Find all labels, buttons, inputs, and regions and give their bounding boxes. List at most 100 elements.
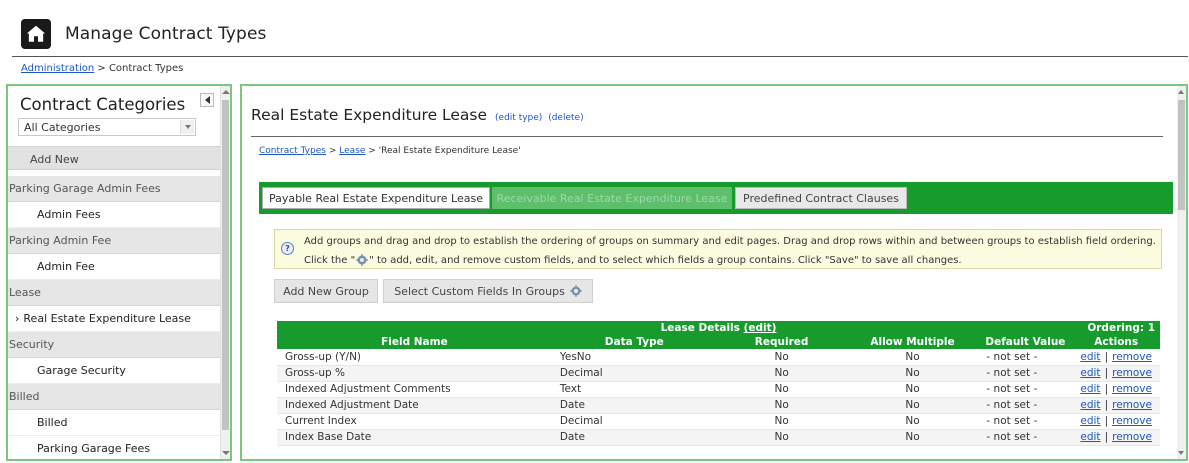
required-cell: No (716, 381, 847, 398)
column-header: Default Value (978, 335, 1073, 349)
category-item[interactable]: Parking Garage Fees (8, 436, 222, 459)
scroll-up-icon[interactable] (1178, 90, 1184, 94)
category-item-label: Admin Fees (37, 208, 101, 221)
edit-field-link[interactable]: edit (1080, 431, 1100, 443)
content-breadcrumb: Contract Types > Lease > 'Real Estate Ex… (259, 146, 521, 156)
data-type-cell: Date (551, 429, 717, 446)
remove-field-link[interactable]: remove (1112, 383, 1152, 395)
remove-field-link[interactable]: remove (1112, 367, 1152, 379)
field-name-cell: Indexed Adjustment Date (277, 397, 552, 414)
column-header: Allow Multiple (846, 335, 979, 349)
breadcrumb-link-contract-types[interactable]: Contract Types (259, 146, 326, 156)
actions-cell: edit | remove (1072, 381, 1160, 398)
select-custom-fields-button[interactable]: Select Custom Fields In Groups (383, 279, 593, 303)
field-name-cell: Index Base Date (277, 429, 552, 446)
category-filter-value: All Categories (24, 121, 101, 134)
category-item-label: Admin Fee (37, 260, 95, 273)
sidebar-scrollbar[interactable] (220, 86, 230, 459)
content-scrollbar[interactable] (1177, 86, 1186, 459)
allow-multiple-cell: No (846, 429, 979, 446)
action-separator: | (1104, 431, 1109, 443)
title-actions: (edit type) (delete) (495, 113, 587, 123)
remove-field-link[interactable]: remove (1112, 415, 1152, 427)
category-filter-select[interactable]: All Categories (18, 118, 196, 136)
edit-group-link[interactable]: (edit) (744, 322, 777, 334)
edit-type-link[interactable]: (edit type) (495, 113, 542, 123)
edit-field-link[interactable]: edit (1080, 351, 1100, 363)
instructions-line-2: Click the " " to add, edit, and remove c… (304, 254, 962, 266)
allow-multiple-cell: No (846, 349, 979, 366)
category-list: Parking Garage Admin Fees Admin Fees Par… (8, 176, 222, 459)
scroll-down-icon[interactable] (222, 451, 230, 455)
button-label: Add New Group (283, 284, 369, 298)
category-group-header[interactable]: Billed (8, 384, 222, 410)
title-divider (251, 136, 1163, 137)
breadcrumb-link-lease[interactable]: Lease (339, 146, 365, 156)
group-title: Lease Details (660, 322, 740, 334)
category-group-header[interactable]: Security (8, 332, 222, 358)
table-row[interactable]: Current Index Decimal No No - not set - edit |… (277, 413, 1160, 430)
categories-heading: Contract Categories (20, 95, 186, 114)
table-row[interactable]: Gross-up % Decimal No No - not set - edit | rem… (277, 365, 1160, 382)
lease-details-table: Lease Details (edit) Ordering: 1 Field N… (277, 321, 1160, 446)
button-label: Select Custom Fields In Groups (394, 284, 565, 298)
table-row[interactable]: Index Base Date Date No No - not set - edit | r… (277, 429, 1160, 446)
data-type-cell: Decimal (551, 413, 717, 430)
action-separator: | (1104, 399, 1109, 411)
scroll-down-icon[interactable] (1178, 451, 1184, 455)
chevron-down-icon (180, 120, 194, 134)
category-item[interactable]: Admin Fees (8, 202, 222, 228)
category-item-active[interactable]: › Real Estate Expenditure Lease (8, 306, 222, 332)
scrollbar-thumb[interactable] (222, 100, 229, 430)
remove-field-link[interactable]: remove (1112, 431, 1152, 443)
category-group-header[interactable]: Parking Garage Admin Fees (8, 176, 222, 202)
breadcrumb-current: 'Real Estate Expenditure Lease' (378, 146, 521, 156)
data-type-cell: Date (551, 397, 717, 414)
breadcrumb-link-administration[interactable]: Administration (21, 63, 94, 74)
category-group-label: Billed (9, 390, 40, 403)
category-group-header[interactable]: Parking Admin Fee (8, 228, 222, 254)
add-new-group-button[interactable]: Add New Group (274, 279, 378, 303)
action-separator: | (1104, 415, 1109, 427)
required-cell: No (716, 429, 847, 446)
table-row[interactable]: Gross-up (Y/N) YesNo No No - not set - edit | r… (277, 349, 1160, 366)
required-cell: No (716, 397, 847, 414)
contract-type-title: Real Estate Expenditure Lease (251, 106, 488, 124)
category-item-label: Parking Garage Fees (37, 442, 151, 455)
default-value-cell: - not set - (978, 381, 1073, 398)
add-new-category-button[interactable]: Add New (8, 146, 222, 170)
remove-field-link[interactable]: remove (1112, 351, 1152, 363)
scrollbar-thumb[interactable] (1178, 100, 1185, 210)
edit-field-link[interactable]: edit (1080, 415, 1100, 427)
category-item-label: Garage Security (37, 364, 126, 377)
scroll-up-icon[interactable] (222, 90, 230, 94)
delete-link[interactable]: (delete) (548, 113, 583, 123)
field-name-cell: Gross-up (Y/N) (277, 349, 552, 366)
default-value-cell: - not set - (978, 429, 1073, 446)
allow-multiple-cell: No (846, 381, 979, 398)
table-row[interactable]: Indexed Adjustment Date Date No No - not set… (277, 397, 1160, 414)
table-row[interactable]: Indexed Adjustment Comments Text No No - not… (277, 381, 1160, 398)
category-item-label: Real Estate Expenditure Lease (23, 312, 191, 325)
edit-field-link[interactable]: edit (1080, 367, 1100, 379)
category-item[interactable]: Admin Fee (8, 254, 222, 280)
category-group-header[interactable]: Lease (8, 280, 222, 306)
category-item[interactable]: Garage Security (8, 358, 222, 384)
edit-field-link[interactable]: edit (1080, 383, 1100, 395)
tab-payable-lease[interactable]: Payable Real Estate Expenditure Lease (262, 187, 490, 209)
collapse-panel-button[interactable] (200, 93, 214, 107)
instructions-box: ? Add groups and drag and drop to establ… (274, 229, 1162, 269)
instructions-text: " to add, edit, and remove custom fields… (369, 254, 962, 266)
tab-predefined-clauses[interactable]: Predefined Contract Clauses (735, 187, 907, 209)
column-header: Field Name (277, 335, 552, 349)
category-item[interactable]: Billed (8, 410, 222, 436)
home-icon[interactable] (21, 19, 51, 49)
app-header: Manage Contract Types (21, 14, 266, 54)
data-type-cell: Decimal (551, 365, 717, 382)
category-group-label: Lease (9, 286, 41, 299)
remove-field-link[interactable]: remove (1112, 399, 1152, 411)
edit-field-link[interactable]: edit (1080, 399, 1100, 411)
default-value-cell: - not set - (978, 349, 1073, 366)
contract-type-header: Real Estate Expenditure Lease (edit type… (251, 106, 587, 124)
group-caption: Lease Details (edit) Ordering: 1 (277, 321, 1160, 335)
